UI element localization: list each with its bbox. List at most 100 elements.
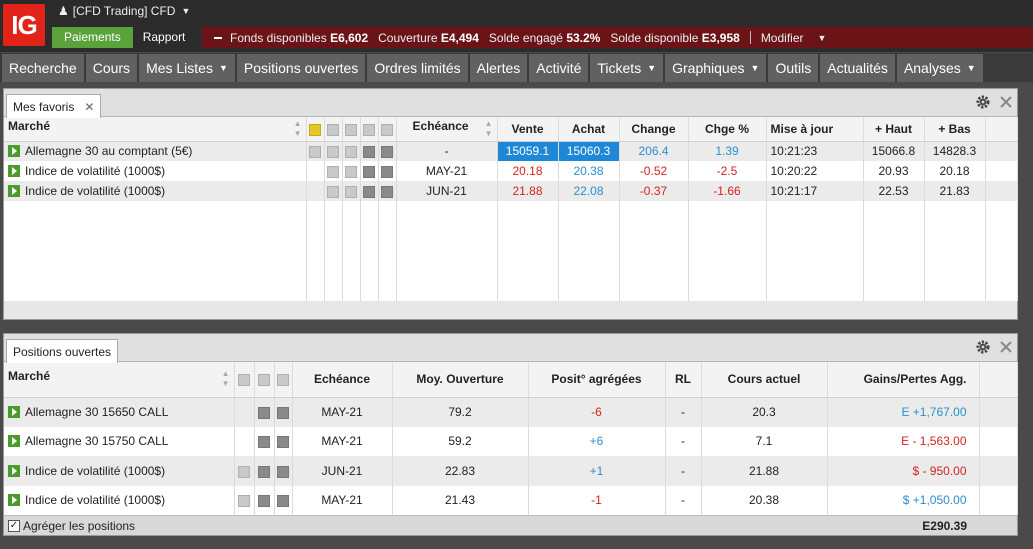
- info-cell[interactable]: [342, 161, 361, 181]
- chart-icon[interactable]: [363, 165, 375, 178]
- buy-cell[interactable]: 20.38: [558, 161, 620, 181]
- chevron-down-icon[interactable]: [381, 185, 393, 198]
- col-current[interactable]: Cours actuel: [701, 362, 828, 398]
- report-button[interactable]: Rapport: [133, 27, 196, 48]
- col-change[interactable]: Change: [619, 117, 689, 142]
- info-cell[interactable]: [234, 426, 255, 457]
- chart-icon[interactable]: [363, 146, 375, 159]
- menu-cell[interactable]: [274, 397, 293, 427]
- sell-cell[interactable]: 15059.1: [497, 141, 559, 161]
- col-sell[interactable]: Vente: [497, 117, 559, 142]
- menu-cell[interactable]: [378, 141, 397, 161]
- ig-logo[interactable]: IG: [3, 4, 45, 46]
- chevron-down-icon[interactable]: [277, 407, 289, 420]
- info-icon[interactable]: [238, 495, 250, 508]
- chart-cell[interactable]: [360, 161, 379, 181]
- col-update[interactable]: Mise à jour: [766, 117, 864, 142]
- collapse-icon[interactable]: [214, 36, 222, 39]
- col-avg-open[interactable]: Moy. Ouverture: [392, 362, 529, 398]
- gear-icon[interactable]: [975, 94, 991, 110]
- col-aggregated[interactable]: Posit° agrégées: [528, 362, 666, 398]
- chart-icon[interactable]: [363, 185, 375, 198]
- info-icon[interactable]: [238, 465, 250, 478]
- buy-cell[interactable]: 22.08: [558, 181, 620, 201]
- alert-cell[interactable]: [306, 161, 325, 181]
- nav-ordres-limites[interactable]: Ordres limités: [367, 54, 468, 82]
- refresh-icon[interactable]: [327, 185, 339, 198]
- col-rl[interactable]: RL: [665, 362, 702, 398]
- nav-alertes[interactable]: Alertes: [469, 54, 528, 82]
- nav-graphiques[interactable]: Graphiques ▼: [665, 54, 767, 82]
- col-expiry[interactable]: Echéance: [292, 362, 393, 398]
- refresh-cell[interactable]: [324, 141, 343, 161]
- close-icon[interactable]: [999, 340, 1013, 354]
- nav-tickets[interactable]: Tickets ▼: [590, 54, 664, 82]
- menu-cell[interactable]: [378, 181, 397, 201]
- info-cell[interactable]: [234, 456, 255, 486]
- col-high[interactable]: + Haut: [863, 117, 925, 142]
- nav-recherche[interactable]: Recherche: [2, 54, 84, 82]
- table-row[interactable]: Allemagne 30 15650 CALL MAY-21 79.2 -6-20.3…: [4, 397, 1018, 427]
- info-cell[interactable]: [342, 181, 361, 201]
- menu-cell[interactable]: [274, 485, 293, 515]
- close-icon[interactable]: [999, 95, 1013, 109]
- tab-mes-favoris[interactable]: Mes favoris ✕: [6, 94, 102, 118]
- sell-cell[interactable]: 20.18: [497, 161, 559, 181]
- refresh-cell[interactable]: [324, 181, 343, 201]
- market-cell[interactable]: Allemagne 30 15750 CALL: [4, 426, 235, 457]
- chart-cell[interactable]: [360, 181, 379, 201]
- account-selector[interactable]: ♟ [CFD Trading] CFD ▼: [58, 4, 190, 18]
- chevron-down-icon[interactable]: [381, 165, 393, 178]
- checkbox-icon[interactable]: ✓: [8, 520, 20, 532]
- sell-cell[interactable]: 21.88: [497, 181, 559, 201]
- menu-cell[interactable]: [274, 426, 293, 457]
- nav-analyses[interactable]: Analyses ▼: [896, 54, 983, 82]
- chevron-down-icon[interactable]: [277, 465, 289, 478]
- menu-cell[interactable]: [274, 456, 293, 486]
- aggregate-checkbox[interactable]: ✓ Agréger les positions: [8, 519, 135, 533]
- close-tab-icon[interactable]: ✕: [84, 96, 94, 118]
- market-cell[interactable]: Indice de volatilité (1000$): [4, 161, 307, 181]
- table-row[interactable]: Indice de volatilité (1000$) MAY-21 21.43-…: [4, 485, 1018, 515]
- play-icon[interactable]: [8, 185, 20, 197]
- buy-cell[interactable]: 15060.3: [558, 141, 620, 161]
- tab-positions-ouvertes[interactable]: Positions ouvertes: [6, 339, 119, 363]
- alert-cell[interactable]: [306, 181, 325, 201]
- market-cell[interactable]: Indice de volatilité (1000$): [4, 456, 235, 486]
- col-expiry[interactable]: Echéance ▲ ▼: [396, 117, 498, 142]
- table-row[interactable]: Indice de volatilité (1000$) JUN-21 22.83 +…: [4, 456, 1018, 486]
- payments-button[interactable]: Paiements: [52, 27, 133, 48]
- market-cell[interactable]: Indice de volatilité (1000$): [4, 485, 235, 515]
- play-icon[interactable]: [8, 145, 20, 158]
- alert-cell[interactable]: [306, 141, 325, 161]
- chart-cell[interactable]: [360, 141, 379, 161]
- menu-cell[interactable]: [378, 161, 397, 181]
- table-row[interactable]: Allemagne 30 15750 CALL MAY-21 59.2 +6-7.1 E…: [4, 426, 1018, 457]
- chevron-down-icon[interactable]: [277, 495, 289, 508]
- chart-icon[interactable]: [258, 465, 270, 478]
- chart-icon[interactable]: [258, 407, 270, 420]
- market-cell[interactable]: Allemagne 30 au comptant (5€): [4, 141, 307, 161]
- chart-cell[interactable]: [254, 485, 275, 515]
- table-row[interactable]: Allemagne 30 au comptant (5€) -15059.1 150…: [4, 141, 1018, 161]
- chart-icon[interactable]: [258, 436, 270, 449]
- play-icon[interactable]: [8, 464, 20, 477]
- table-row[interactable]: Indice de volatilité (1000$) MAY-21 20.18 2…: [4, 161, 1018, 181]
- nav-positions-ouvertes[interactable]: Positions ouvertes: [236, 54, 366, 82]
- nav-cours[interactable]: Cours: [85, 54, 138, 82]
- info-cell[interactable]: [234, 485, 255, 515]
- nav-mes-listes[interactable]: Mes Listes ▼: [139, 54, 235, 82]
- chevron-down-icon[interactable]: [381, 146, 393, 159]
- gear-icon[interactable]: [975, 339, 991, 355]
- info-icon[interactable]: [345, 185, 357, 198]
- info-icon[interactable]: [345, 165, 357, 178]
- col-change-pct[interactable]: Chge %: [688, 117, 767, 142]
- info-cell[interactable]: [234, 397, 255, 427]
- play-icon[interactable]: [8, 494, 20, 507]
- chart-cell[interactable]: [254, 456, 275, 486]
- col-market[interactable]: Marché ▲ ▼: [4, 362, 235, 398]
- modify-button[interactable]: Modifier ▼: [761, 31, 827, 45]
- chevron-down-icon[interactable]: [277, 436, 289, 449]
- table-row[interactable]: Indice de volatilité (1000$) JUN-21 21.88 2…: [4, 181, 1018, 201]
- chart-cell[interactable]: [254, 397, 275, 427]
